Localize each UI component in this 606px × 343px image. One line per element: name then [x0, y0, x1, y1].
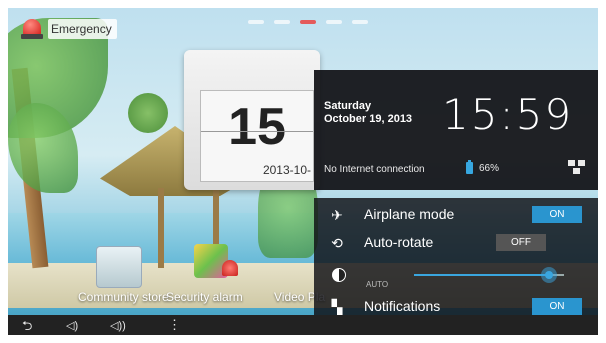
clock-widget[interactable]: 15 2013-10- [184, 50, 320, 190]
page-dot [326, 20, 342, 24]
brightness-icon [332, 268, 346, 282]
wallpaper-bush [128, 93, 168, 133]
page-dot [274, 20, 290, 24]
page-dot-active [300, 20, 316, 24]
airplane-mode-row[interactable]: ✈ Airplane mode ON [314, 202, 598, 228]
auto-rotate-toggle[interactable]: OFF [496, 234, 546, 251]
brightness-slider[interactable] [414, 267, 564, 283]
volume-down-icon[interactable]: ◁) [66, 319, 78, 332]
clock-date-short: 2013-10- [262, 163, 311, 177]
rotate-icon: ⟲ [331, 235, 343, 251]
brightness-slider-thumb[interactable] [541, 267, 557, 283]
brightness-auto-label[interactable]: AUTO [366, 280, 388, 289]
dock-label-security-alarm[interactable]: Security alarm [166, 290, 243, 304]
qs-weekday: Saturday [324, 100, 372, 112]
notifications-label: Notifications [364, 298, 441, 314]
notifications-icon: ▚ [331, 299, 343, 315]
qs-network-status: No Internet connection [324, 164, 425, 175]
page-indicator [248, 20, 368, 24]
volume-up-icon[interactable]: ◁)) [110, 319, 126, 332]
community-store-icon[interactable] [96, 246, 142, 288]
alarm-siren-icon [222, 260, 238, 276]
menu-icon[interactable]: ⋮ [168, 317, 181, 333]
page-dot [248, 20, 264, 24]
settings-icon[interactable] [568, 160, 586, 176]
airplane-mode-label: Airplane mode [364, 206, 455, 222]
qs-date-block: Saturday October 19, 2013 [324, 100, 412, 126]
back-icon[interactable]: ⮌ [22, 317, 32, 335]
qs-date: October 19, 2013 [324, 113, 413, 125]
clock-day-number: 15 [228, 98, 286, 156]
emergency-shortcut[interactable]: Emergency [20, 16, 117, 42]
dock-label-community-store[interactable]: Community store [78, 290, 169, 304]
qs-battery: 66% [466, 160, 500, 174]
qs-battery-level: 66% [479, 162, 500, 174]
emergency-label: Emergency [48, 19, 117, 39]
wallpaper-hut-pole [158, 188, 164, 268]
home-screen: Emergency 15 2013-10- Community store Se… [8, 8, 598, 335]
battery-icon [466, 160, 473, 174]
brightness-slider-fill [414, 274, 549, 276]
auto-rotate-label: Auto-rotate [364, 234, 434, 250]
flip-clock-card: 15 2013-10- [200, 90, 314, 182]
auto-rotate-row[interactable]: ⟲ Auto-rotate OFF [314, 230, 598, 256]
flip-divider [201, 131, 313, 132]
qs-time: 15:59 [442, 90, 574, 139]
notifications-toggle[interactable]: ON [532, 298, 582, 315]
siren-icon [20, 17, 44, 41]
quick-settings-toggles: ✈ Airplane mode ON ⟲ Auto-rotate OFF AUT… [314, 198, 598, 316]
navigation-bar: ⮌ ◁) ◁)) ⋮ [8, 315, 598, 335]
airplane-icon: ✈ [331, 207, 343, 223]
page-dot [352, 20, 368, 24]
airplane-mode-toggle[interactable]: ON [532, 206, 582, 223]
brightness-row: AUTO [314, 262, 598, 289]
quick-settings-header: Saturday October 19, 2013 15:59 No Inter… [314, 70, 598, 190]
